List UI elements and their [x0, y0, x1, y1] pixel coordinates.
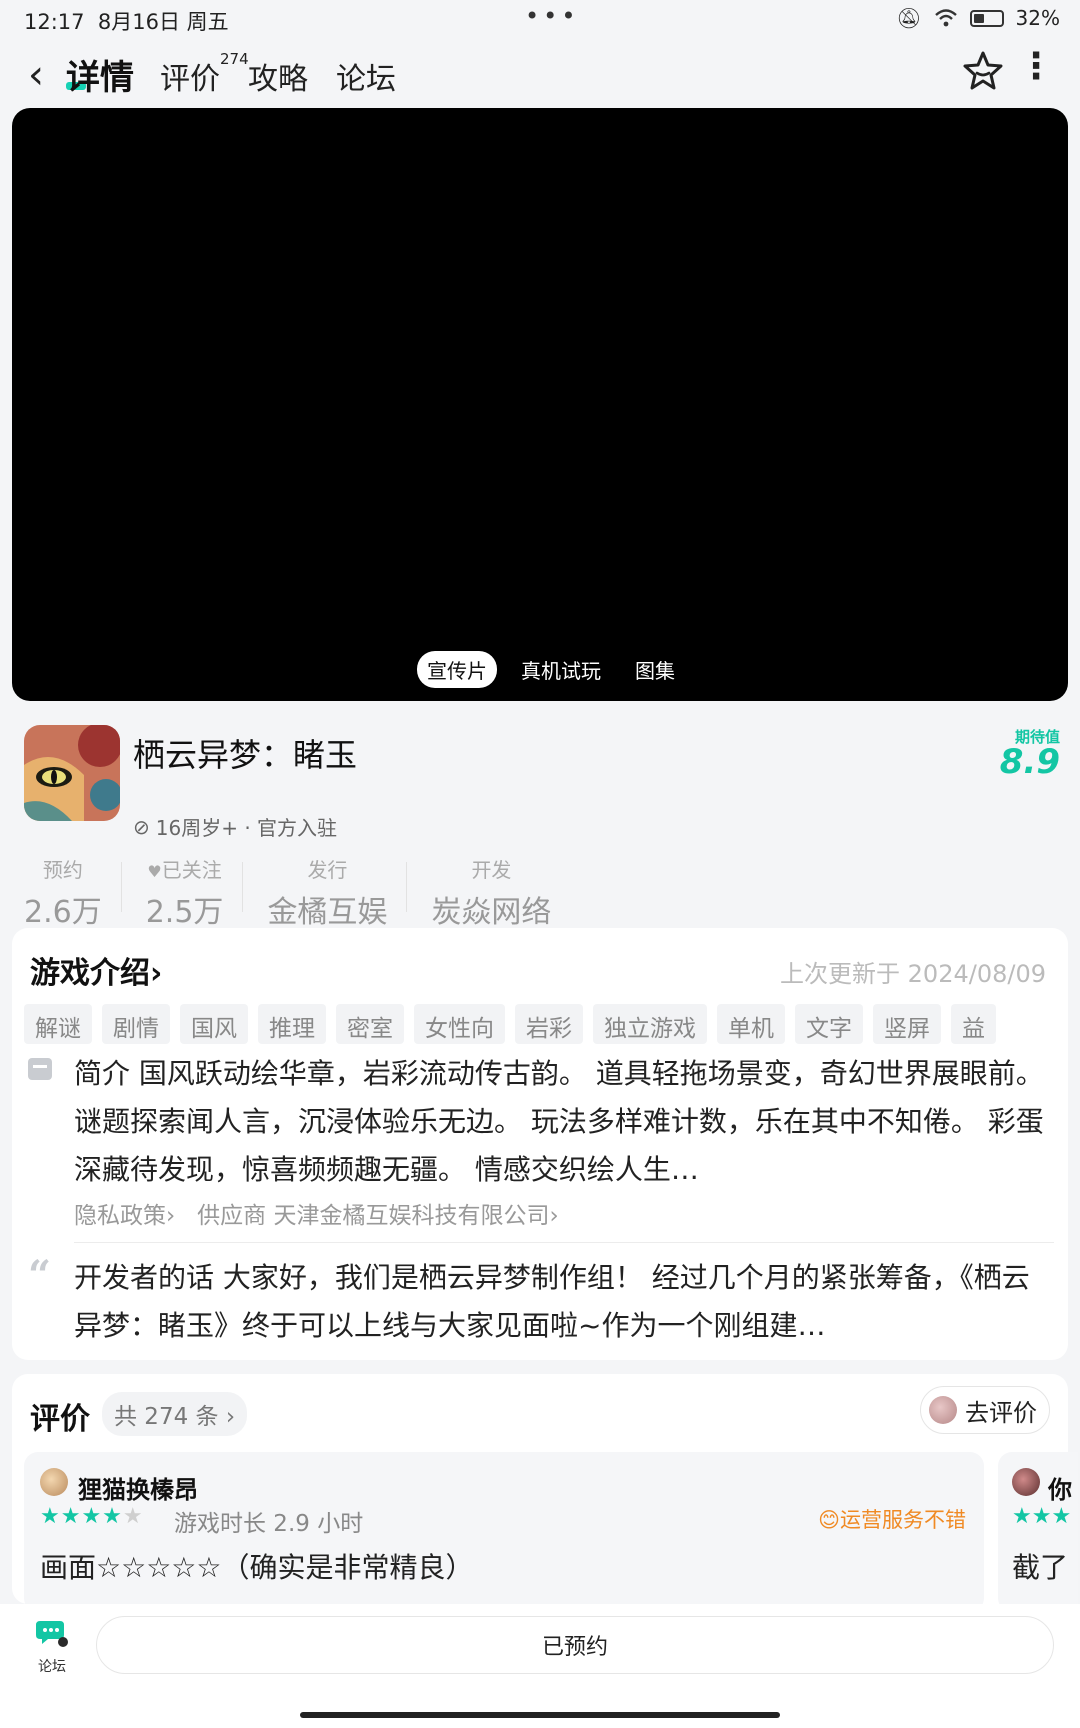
status-indicators: 🔕︎ 32% [896, 6, 1060, 30]
star-icon: ★★★★ [40, 1504, 123, 1529]
home-indicator[interactable] [300, 1712, 780, 1718]
tag[interactable]: 女性向 [414, 1004, 505, 1044]
tag[interactable]: 剧情 [102, 1004, 170, 1044]
verified-icon: ⊘ [133, 814, 150, 839]
supplier-link[interactable]: 供应商 天津金橘互娱科技有限公司› [197, 1203, 559, 1229]
intro-links: 隐私政策› 供应商 天津金橘互娱科技有限公司› [74, 1196, 559, 1230]
video-player[interactable]: 宣传片 真机试玩 图集 [12, 108, 1068, 701]
review-badge: 😊运营服务不错 [818, 1508, 966, 1532]
tab-forum[interactable]: 论坛 [336, 54, 396, 98]
bell-off-icon: 🔕︎ [896, 6, 922, 30]
tag[interactable]: 解谜 [24, 1004, 92, 1044]
media-tabs: 宣传片 真机试玩 图集 [417, 651, 685, 688]
tab-details[interactable]: 详情 [66, 50, 134, 99]
reviewer-name: 你 [1048, 1476, 1072, 1504]
stat-followers: ♥已关注 2.5万 [122, 838, 244, 930]
battery-percent: 32% [1015, 6, 1060, 30]
intro-title[interactable]: 游戏介绍› [30, 948, 162, 992]
stat-value: 2.6万 [24, 895, 102, 930]
stat-reservations: 预约 2.6万 [0, 838, 122, 930]
tab-reviews-label: 评价 [160, 62, 220, 97]
reviews-title: 评价 [30, 1402, 90, 1437]
stat-label: 预约 [42, 858, 83, 882]
heart-icon: ♥ [147, 862, 162, 881]
star-icon: ★ [122, 1504, 144, 1529]
review-text: 画面☆☆☆☆☆（确实是非常精良） [40, 1551, 474, 1584]
tag[interactable]: 推理 [258, 1004, 326, 1044]
stat-value: 金橘互娱 [267, 895, 388, 930]
status-time: 12:17 [24, 10, 85, 34]
status-date: 8月16日 周五 [97, 10, 229, 34]
developer-words[interactable]: 开发者的话 大家好，我们是栖云异梦制作组！ 经过几个月的紧张筹备，《栖云异梦：睹… [74, 1254, 1054, 1350]
review-card[interactable]: 你 ★★★ 截了 [998, 1452, 1078, 1612]
forum-chat-icon[interactable] [36, 1618, 68, 1648]
status-time-date: 12:17 8月16日 周五 [24, 6, 229, 36]
tag[interactable]: 国风 [180, 1004, 248, 1044]
write-review-label: 去评价 [965, 1398, 1037, 1427]
tag[interactable]: 密室 [336, 1004, 404, 1044]
tag[interactable]: 竖屏 [873, 1004, 941, 1044]
tag-list: 解谜 剧情 国风 推理 密室 女性向 岩彩 独立游戏 单机 文字 竖屏 益 [24, 1004, 1068, 1044]
review-card[interactable]: 狸猫换榛昂 ★★★★★ 游戏时长 2.9 小时 😊运营服务不错 画面☆☆☆☆☆（… [24, 1452, 984, 1612]
rating-stars: ★★★★★ [40, 1504, 144, 1529]
favorite-star-icon[interactable] [958, 46, 1008, 96]
top-nav: ‹ 详情 评价274 攻略 论坛 ⋮ [0, 40, 1080, 110]
stat-value: 2.5万 [145, 895, 224, 930]
reserved-button[interactable]: 已预约 [96, 1616, 1054, 1674]
write-review-button[interactable]: 去评价 [920, 1386, 1050, 1434]
game-stats: 预约 2.6万 ♥已关注 2.5万 发行 金橘互娱 开发 炭焱网络 [0, 838, 1080, 930]
reviewer-name: 狸猫换榛昂 [78, 1476, 198, 1504]
expect-score: 8.9 [999, 742, 1060, 782]
stat-developer[interactable]: 开发 炭焱网络 [407, 838, 571, 930]
quote-icon: “ [28, 1252, 52, 1299]
tag[interactable]: 益 [951, 1004, 996, 1044]
game-description[interactable]: 简介 国风跃动绘华章，岩彩流动传古韵。 道具轻拖场景变，奇幻世界展眼前。 谜题探… [74, 1050, 1054, 1194]
tag[interactable]: 单机 [717, 1004, 785, 1044]
description-icon [28, 1058, 52, 1080]
stat-publisher[interactable]: 发行 金橘互娱 [243, 838, 408, 930]
wifi-icon [934, 9, 957, 27]
tag[interactable]: 文字 [795, 1004, 863, 1044]
stat-label: ♥已关注 [147, 858, 222, 882]
tab-guides[interactable]: 攻略 [248, 54, 308, 98]
privacy-policy-link[interactable]: 隐私政策› [74, 1203, 175, 1229]
avatar [40, 1468, 68, 1496]
media-tab-gallery[interactable]: 图集 [625, 651, 685, 688]
divider [74, 1242, 1054, 1243]
game-title: 栖云异梦：睹玉 [133, 736, 358, 774]
media-tab-trailer[interactable]: 宣传片 [417, 651, 497, 688]
reviews-section: 评价 共 274 条 › 去评价 狸猫换榛昂 ★★★★★ 游戏时长 2.9 小时… [12, 1374, 1078, 1612]
bottom-action-bar: 论坛 已预约 [0, 1604, 1080, 1728]
game-icon [24, 725, 120, 821]
age-info: ⊘ 16周岁+ · 官方入驻 [133, 812, 337, 841]
back-icon[interactable]: ‹ [28, 52, 44, 98]
tag[interactable]: 独立游戏 [593, 1004, 707, 1044]
stat-value: 炭焱网络 [431, 895, 552, 930]
playtime: 游戏时长 2.9 小时 [174, 1511, 364, 1537]
chevron-right-icon: › [150, 956, 163, 991]
stat-label: 开发 [471, 858, 512, 882]
stat-label: 发行 [307, 858, 348, 882]
review-text: 截了 [1012, 1551, 1069, 1584]
game-intro-card: 游戏介绍› 上次更新于 2024/08/09 解谜 剧情 国风 推理 密室 女性… [12, 928, 1068, 1360]
more-vertical-icon[interactable]: ⋮ [1018, 46, 1054, 87]
status-bar: 12:17 8月16日 周五 ••• 🔕︎ 32% [0, 0, 1080, 40]
forum-label[interactable]: 论坛 [38, 1656, 66, 1676]
tab-reviews-count: 274 [220, 50, 249, 68]
media-tab-gameplay[interactable]: 真机试玩 [511, 651, 611, 688]
more-dots-icon: ••• [525, 2, 580, 30]
intro-updated: 上次更新于 2024/08/09 [780, 960, 1046, 988]
tab-reviews[interactable]: 评价274 [160, 50, 249, 98]
tag[interactable]: 岩彩 [515, 1004, 583, 1044]
avatar [1012, 1468, 1040, 1496]
rating-stars: ★★★ [1012, 1504, 1072, 1529]
reviews-count-link[interactable]: 共 274 条 › [102, 1392, 248, 1436]
battery-icon [969, 9, 1004, 27]
avatar [929, 1396, 957, 1424]
age-info-text: 16周岁+ · 官方入驻 [155, 816, 338, 840]
